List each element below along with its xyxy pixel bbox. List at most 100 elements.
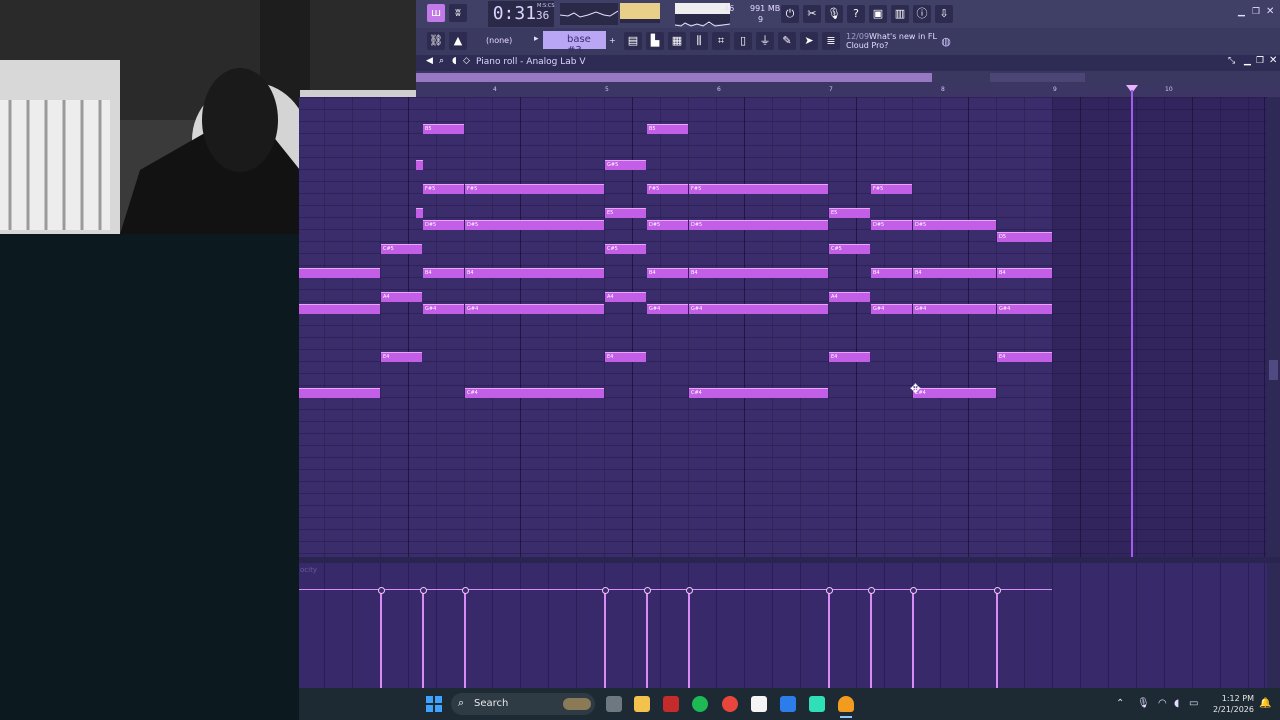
vertical-scroll-thumb[interactable] <box>1269 360 1278 380</box>
velocity-handle[interactable] <box>868 587 875 594</box>
midi-note[interactable]: F#5 <box>465 184 604 194</box>
close-icon[interactable]: ✕ <box>1266 6 1274 17</box>
velocity-stem[interactable] <box>380 590 382 688</box>
midi-note[interactable] <box>416 160 423 170</box>
notion-icon[interactable] <box>751 696 767 712</box>
velocity-handle[interactable] <box>602 587 609 594</box>
midi-note[interactable]: G#4 <box>913 304 996 314</box>
add-pattern-icon[interactable]: + <box>609 36 616 45</box>
time-ruler[interactable]: 4 5 6 7 8 9 10 <box>416 85 1280 97</box>
velocity-handle[interactable] <box>462 587 469 594</box>
midi-note[interactable]: G#4 <box>689 304 828 314</box>
midi-note[interactable]: D#5 <box>689 220 828 230</box>
midi-note[interactable]: C#5 <box>381 244 422 254</box>
velocity-pane[interactable] <box>299 563 1267 688</box>
midi-note[interactable]: A4 <box>829 292 870 302</box>
microphone-icon[interactable]: 🎙 <box>825 5 843 23</box>
pattern-song-mode-button[interactable]: ш <box>427 4 445 22</box>
velocity-handle[interactable] <box>826 587 833 594</box>
midi-note[interactable]: D#5 <box>871 220 912 230</box>
pr-maximize-icon[interactable]: ❐ <box>1256 56 1264 66</box>
speaker-icon[interactable]: ◖ <box>452 56 457 66</box>
velocity-stem[interactable] <box>464 590 466 688</box>
notification-bell-icon[interactable]: 🔔 <box>1259 698 1271 709</box>
midi-note[interactable]: E4 <box>829 352 870 362</box>
midi-note[interactable] <box>299 388 380 398</box>
midi-note[interactable]: E5 <box>605 208 646 218</box>
fl-studio-icon[interactable] <box>838 696 854 712</box>
midi-note[interactable] <box>299 268 380 278</box>
stamp-icon[interactable]: ▲ <box>449 32 467 50</box>
midi-note[interactable]: C#5 <box>605 244 646 254</box>
note-overview-scrollbar[interactable] <box>416 71 1280 85</box>
spotify-icon[interactable] <box>692 696 708 712</box>
velocity-stem[interactable] <box>996 590 998 688</box>
midi-note[interactable]: A4 <box>605 292 646 302</box>
document-icon[interactable]: ▯ <box>734 32 752 50</box>
news-icon[interactable]: ≣ <box>822 32 840 50</box>
midi-note[interactable]: C#4 <box>689 388 828 398</box>
midi-note[interactable]: G#4 <box>465 304 604 314</box>
power-icon[interactable]: ⏻ <box>781 5 799 23</box>
news-line-2[interactable]: Cloud Pro? <box>846 41 888 50</box>
midi-note[interactable]: B4 <box>465 268 604 278</box>
mixer-faders-icon[interactable]: ⫼ <box>690 32 708 50</box>
app-teal-icon[interactable] <box>809 696 825 712</box>
arrow-icon[interactable]: ◀ <box>426 56 433 66</box>
midi-note[interactable]: B4 <box>913 268 996 278</box>
midi-note[interactable]: C#4 <box>465 388 604 398</box>
play-arrow-icon[interactable]: ▸ <box>534 34 539 44</box>
midi-note[interactable]: G#5 <box>605 160 646 170</box>
brush-icon[interactable]: ✎ <box>778 32 796 50</box>
midi-note[interactable]: B4 <box>871 268 912 278</box>
pattern-none-selector[interactable]: (none) <box>486 36 512 45</box>
midi-note[interactable]: D5 <box>997 232 1052 242</box>
taskbar-search[interactable]: ⌕ Search <box>451 693 595 715</box>
link-icon[interactable]: ⛓ <box>427 32 445 50</box>
midi-note[interactable]: E4 <box>605 352 646 362</box>
velocity-scrollbar[interactable] <box>1267 563 1280 688</box>
file-explorer-icon[interactable] <box>634 696 650 712</box>
midi-note[interactable]: D#5 <box>913 220 996 230</box>
velocity-handle[interactable] <box>994 587 1001 594</box>
velocity-stem[interactable] <box>870 590 872 688</box>
midi-note[interactable] <box>416 208 423 218</box>
velocity-handle[interactable] <box>644 587 651 594</box>
velocity-stem[interactable] <box>604 590 606 688</box>
midi-note[interactable]: B4 <box>997 268 1052 278</box>
download-icon[interactable]: ⇩ <box>935 5 953 23</box>
detach-icon[interactable]: ⤡ <box>1228 56 1235 66</box>
velocity-handle[interactable] <box>910 587 917 594</box>
app-blue-icon[interactable] <box>780 696 796 712</box>
windows-start-icon[interactable] <box>426 696 442 712</box>
volume-icon[interactable]: ◖ <box>1174 698 1179 709</box>
battery-icon[interactable]: ▭ <box>1189 698 1198 709</box>
velocity-handle[interactable] <box>420 587 427 594</box>
midi-note[interactable]: G#4 <box>647 304 688 314</box>
bird-icon[interactable]: ➤ <box>800 32 818 50</box>
tray-microphone-icon[interactable]: 🎙 <box>1137 698 1150 709</box>
midi-note[interactable]: F#5 <box>647 184 688 194</box>
pattern-selector[interactable]: base #3 <box>543 31 606 56</box>
velocity-stem[interactable] <box>422 590 424 688</box>
midi-note[interactable]: B5 <box>647 124 688 134</box>
minimize-icon[interactable]: ▁ <box>1238 7 1245 17</box>
midi-note[interactable]: D#5 <box>423 220 464 230</box>
news-line-1[interactable]: What's new in FL <box>869 32 937 41</box>
midi-note[interactable]: F#5 <box>423 184 464 194</box>
save-icon[interactable]: ▣ <box>869 5 887 23</box>
midi-note[interactable]: E5 <box>829 208 870 218</box>
velocity-handle[interactable] <box>686 587 693 594</box>
midi-note[interactable]: A4 <box>381 292 422 302</box>
midi-note[interactable]: B4 <box>423 268 464 278</box>
info-icon[interactable]: ⓘ <box>913 5 931 23</box>
midi-note[interactable]: G#4 <box>871 304 912 314</box>
magnifier-icon[interactable]: ⌕ <box>439 56 444 66</box>
midi-note[interactable]: F#5 <box>871 184 912 194</box>
globe-icon[interactable]: ◍ <box>937 33 955 51</box>
browser-icon[interactable]: ⌗ <box>712 32 730 50</box>
midi-note[interactable]: G#4 <box>423 304 464 314</box>
midi-note[interactable]: C#5 <box>829 244 870 254</box>
vertical-scrollbar[interactable] <box>1267 97 1280 557</box>
midi-note[interactable]: E4 <box>381 352 422 362</box>
